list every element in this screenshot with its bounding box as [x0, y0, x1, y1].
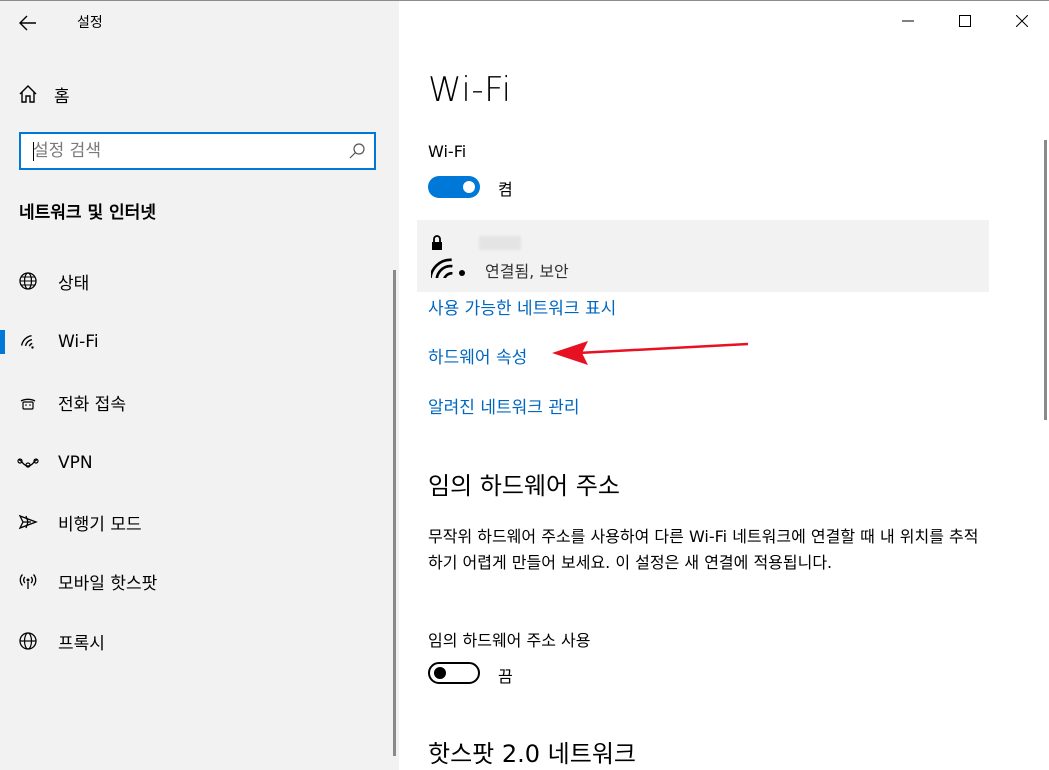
search-icon[interactable]: [348, 142, 366, 160]
wifi-toggle-state: 켬: [498, 180, 513, 199]
page-title: Wi-Fi: [428, 70, 512, 110]
random-hw-toggle-label: 임의 하드웨어 주소 사용: [428, 631, 591, 650]
main-scrollbar[interactable]: [1044, 140, 1047, 420]
close-icon: [1016, 15, 1028, 27]
sidebar: 설정 홈 네트워크 및 인터넷 상태 Wi-Fi 전화 접속 VPN: [0, 1, 399, 770]
wifi-icon: [17, 331, 39, 353]
dialup-icon: [17, 391, 39, 413]
connected-network-card[interactable]: 연결됨, 보안: [417, 220, 989, 292]
sidebar-item-label: Wi-Fi: [58, 332, 99, 352]
random-hw-heading: 임의 하드웨어 주소: [428, 472, 620, 500]
hotspot-icon: [17, 570, 39, 592]
sidebar-item-label: 프록시: [58, 633, 105, 654]
sidebar-item-wifi[interactable]: Wi-Fi: [0, 320, 399, 364]
minimize-button[interactable]: [886, 6, 930, 36]
maximize-icon: [959, 15, 971, 27]
sidebar-scrollbar[interactable]: [393, 270, 396, 756]
sidebar-item-airplane[interactable]: 비행기 모드: [0, 500, 399, 544]
manage-known-networks-link[interactable]: 알려진 네트워크 관리: [428, 393, 580, 418]
secured-wifi-icon: [431, 235, 465, 278]
random-hw-description: 무작위 하드웨어 주소를 사용하여 다른 Wi-Fi 네트워크에 연결할 때 내…: [428, 527, 979, 572]
globe-status-icon: [17, 270, 39, 292]
active-indicator: [0, 330, 5, 354]
annotation-arrow-icon: [552, 341, 749, 365]
back-arrow-icon: [19, 15, 36, 31]
close-button[interactable]: [1000, 6, 1044, 36]
show-available-networks-link[interactable]: 사용 가능한 네트워크 표시: [428, 294, 616, 319]
airplane-icon: [17, 511, 39, 533]
sidebar-item-label: 모바일 핫스팟: [58, 573, 158, 594]
wifi-toggle[interactable]: [428, 176, 480, 198]
minimize-icon: [902, 20, 914, 22]
wifi-label: Wi-Fi: [428, 142, 467, 161]
random-hw-toggle[interactable]: [428, 662, 480, 684]
sidebar-item-status[interactable]: 상태: [0, 259, 399, 303]
globe-icon: [17, 630, 39, 652]
search-input[interactable]: [33, 134, 343, 168]
hardware-properties-link[interactable]: 하드웨어 속성: [428, 343, 527, 368]
hotspot-heading: 핫스팟 2.0 네트워크: [428, 740, 636, 768]
network-status: 연결됨, 보안: [485, 262, 569, 281]
sidebar-item-label: 비행기 모드: [58, 514, 142, 535]
sidebar-item-home[interactable]: 홈: [18, 81, 70, 107]
app-title: 설정: [77, 15, 103, 31]
toggle-knob: [463, 181, 475, 193]
vpn-icon: [17, 452, 39, 474]
search-box[interactable]: [19, 132, 376, 170]
sidebar-item-label: VPN: [58, 453, 93, 473]
sidebar-item-proxy[interactable]: 프록시: [0, 619, 399, 663]
network-name: [479, 236, 521, 250]
section-title: 네트워크 및 인터넷: [19, 203, 156, 223]
toggle-knob: [434, 667, 446, 679]
sidebar-item-label: 홈: [54, 86, 70, 107]
maximize-button[interactable]: [943, 6, 987, 36]
back-button[interactable]: [14, 9, 42, 37]
sidebar-item-label: 전화 접속: [58, 394, 126, 415]
sidebar-item-dialup[interactable]: 전화 접속: [0, 380, 399, 424]
home-icon: [19, 85, 37, 103]
sidebar-item-hotspot[interactable]: 모바일 핫스팟: [0, 559, 399, 603]
sidebar-item-label: 상태: [58, 273, 90, 294]
random-hw-toggle-state: 끔: [498, 667, 513, 686]
sidebar-item-vpn[interactable]: VPN: [0, 441, 399, 485]
